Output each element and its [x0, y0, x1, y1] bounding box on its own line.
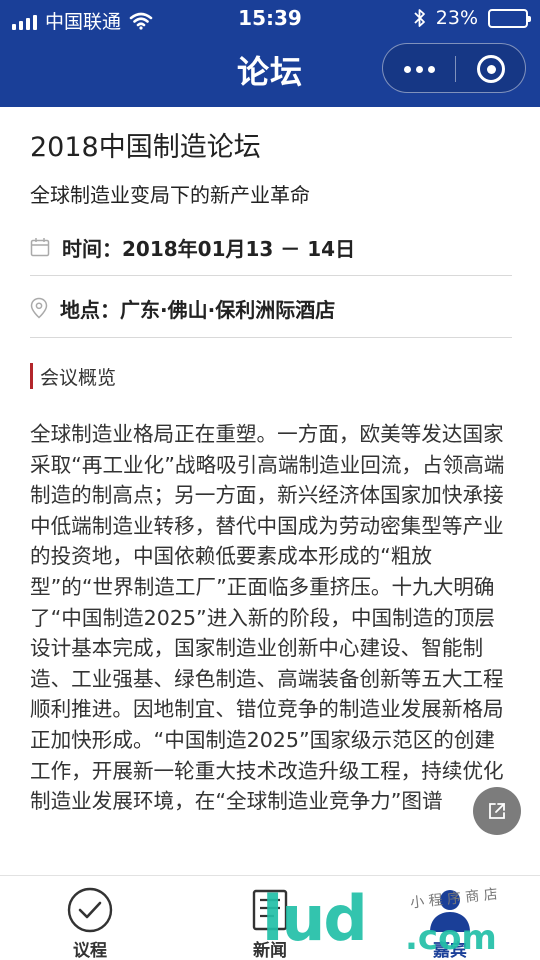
check-circle-icon: [67, 887, 113, 933]
tab-label: 议程: [73, 941, 107, 960]
battery-percent: 23%: [435, 7, 478, 29]
section-heading: 会议概览: [30, 363, 116, 389]
status-right: 23%: [414, 7, 531, 29]
tab-news[interactable]: 新闻: [180, 876, 360, 960]
time-label: 时间：: [62, 236, 122, 261]
tab-label: 嘉宾: [433, 941, 467, 960]
event-subtitle: 全球制造业变局下的新产业革命: [30, 183, 310, 207]
more-dots-icon: [403, 65, 411, 73]
app-header: 中国联通 15:39 23% 论坛: [0, 0, 540, 107]
more-menu-button[interactable]: [383, 44, 455, 94]
mini-program-capsule: [382, 43, 526, 93]
bottom-tab-bar: 议程 新闻 嘉宾: [0, 875, 540, 960]
event-title: 2018中国制造论坛: [30, 132, 261, 163]
bluetooth-icon: [414, 9, 425, 27]
status-bar: 中国联通 15:39 23%: [0, 0, 540, 36]
event-time-row: 时间：2018年01月13 － 14日: [30, 229, 512, 265]
overview-text: 全球制造业格局正在重塑。一方面，欧美等发达国家采取“再工业化”战略吸引高端制造业…: [30, 422, 505, 814]
time-value: 2018年01月13 － 14日: [122, 236, 356, 261]
share-icon: [489, 803, 505, 819]
calendar-icon: [30, 238, 50, 257]
divider: [30, 337, 512, 338]
share-button[interactable]: [473, 787, 521, 835]
tab-guests[interactable]: 嘉宾: [360, 876, 540, 960]
document-icon: [252, 889, 288, 931]
tab-agenda[interactable]: 议程: [0, 876, 180, 960]
person-icon: [430, 890, 470, 932]
place-label: 地点：: [60, 297, 120, 322]
battery-icon: [488, 8, 531, 28]
section-title: 会议概览: [40, 366, 117, 389]
section-accent-bar: [30, 363, 33, 389]
tab-label: 新闻: [253, 941, 287, 960]
content-area[interactable]: 2018中国制造论坛 全球制造业变局下的新产业革命 时间：2018年01月13 …: [0, 107, 540, 875]
target-circle-icon: [477, 55, 505, 83]
close-mini-program-button[interactable]: [455, 44, 527, 94]
location-pin-icon: [30, 297, 48, 319]
divider: [30, 275, 512, 276]
event-location-row[interactable]: 地点：广东·佛山·保利洲际酒店: [30, 290, 512, 326]
place-value: 广东·佛山·保利洲际酒店: [120, 297, 336, 322]
